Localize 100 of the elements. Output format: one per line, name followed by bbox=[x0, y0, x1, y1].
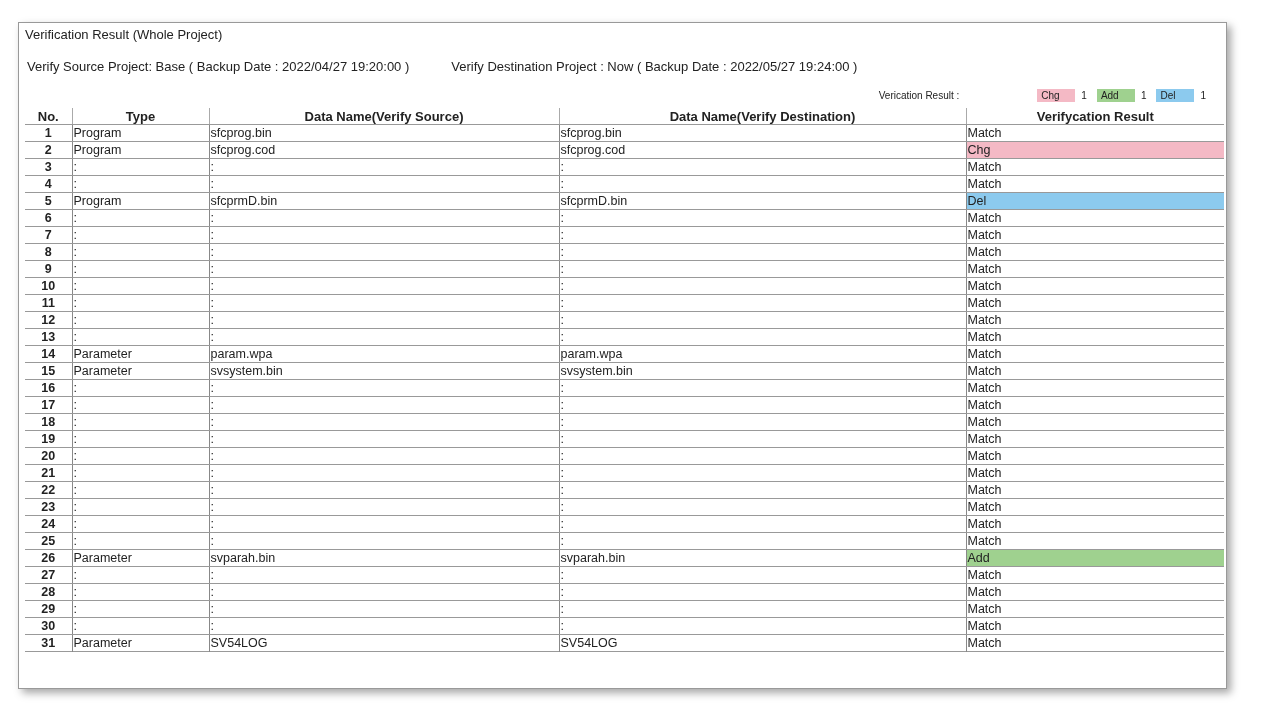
type-cell: : bbox=[72, 175, 209, 193]
type-cell: : bbox=[72, 515, 209, 533]
result-cell: Match bbox=[966, 175, 1224, 193]
destination-name-cell: sfcprmD.bin bbox=[559, 192, 966, 210]
legend-label: Verication Result : bbox=[878, 89, 960, 101]
source-name-cell: : bbox=[209, 379, 559, 397]
type-cell: : bbox=[72, 209, 209, 227]
row-number: 4 bbox=[25, 175, 72, 193]
destination-name-cell: : bbox=[559, 175, 966, 193]
source-project-text: Verify Source Project: Base ( Backup Date : 2022/04/27 19:20:00 ) bbox=[27, 59, 410, 74]
destination-name-cell: sfcprog.cod bbox=[559, 141, 966, 159]
result-cell: Match bbox=[966, 294, 1224, 312]
destination-name-cell: : bbox=[559, 294, 966, 312]
type-cell: : bbox=[72, 413, 209, 431]
row-number: 5 bbox=[25, 192, 72, 210]
type-cell: Parameter bbox=[72, 345, 209, 363]
destination-name-cell: : bbox=[559, 447, 966, 465]
destination-name-cell: : bbox=[559, 158, 966, 176]
source-name-cell: : bbox=[209, 515, 559, 533]
type-cell: : bbox=[72, 600, 209, 618]
destination-name-cell: sfcprog.bin bbox=[559, 124, 966, 142]
source-name-cell: sfcprmD.bin bbox=[209, 192, 559, 210]
source-name-cell: : bbox=[209, 277, 559, 295]
destination-name-cell: : bbox=[559, 243, 966, 261]
destination-name-cell: : bbox=[559, 430, 966, 448]
destination-name-cell: param.wpa bbox=[559, 345, 966, 363]
source-name-cell: : bbox=[209, 311, 559, 329]
row-number: 11 bbox=[25, 294, 72, 312]
destination-name-cell: : bbox=[559, 277, 966, 295]
type-cell: : bbox=[72, 294, 209, 312]
result-cell: Match bbox=[966, 498, 1224, 516]
row-number: 10 bbox=[25, 277, 72, 295]
source-name-cell: SV54LOG bbox=[209, 634, 559, 652]
result-cell: Match bbox=[966, 430, 1224, 448]
column-header: Type bbox=[72, 108, 209, 125]
row-number: 14 bbox=[25, 345, 72, 363]
result-cell: Match bbox=[966, 328, 1224, 346]
row-number: 22 bbox=[25, 481, 72, 499]
type-cell: Parameter bbox=[72, 362, 209, 380]
type-cell: : bbox=[72, 566, 209, 584]
type-cell: Program bbox=[72, 141, 209, 159]
source-name-cell: param.wpa bbox=[209, 345, 559, 363]
destination-name-cell: : bbox=[559, 566, 966, 584]
destination-name-cell: : bbox=[559, 379, 966, 397]
destination-name-cell: : bbox=[559, 515, 966, 533]
result-cell: Match bbox=[966, 566, 1224, 584]
row-number: 3 bbox=[25, 158, 72, 176]
row-number: 27 bbox=[25, 566, 72, 584]
destination-name-cell: : bbox=[559, 396, 966, 414]
row-number: 9 bbox=[25, 260, 72, 278]
result-cell: Match bbox=[966, 260, 1224, 278]
result-cell: Match bbox=[966, 396, 1224, 414]
row-number: 25 bbox=[25, 532, 72, 550]
legend-count: 1 bbox=[1140, 89, 1147, 101]
row-number: 13 bbox=[25, 328, 72, 346]
type-cell: Program bbox=[72, 192, 209, 210]
source-name-cell: : bbox=[209, 158, 559, 176]
destination-name-cell: : bbox=[559, 413, 966, 431]
type-cell: : bbox=[72, 311, 209, 329]
destination-name-cell: svparah.bin bbox=[559, 549, 966, 567]
destination-name-cell: : bbox=[559, 328, 966, 346]
type-cell: : bbox=[72, 277, 209, 295]
source-name-cell: : bbox=[209, 583, 559, 601]
source-name-cell: : bbox=[209, 243, 559, 261]
legend-count: 1 bbox=[1081, 89, 1087, 101]
type-cell: : bbox=[72, 464, 209, 482]
destination-name-cell: : bbox=[559, 481, 966, 499]
source-name-cell: : bbox=[209, 209, 559, 227]
result-cell: Match bbox=[966, 158, 1224, 176]
source-name-cell: : bbox=[209, 617, 559, 635]
type-cell: : bbox=[72, 158, 209, 176]
destination-name-cell: : bbox=[559, 464, 966, 482]
legend-swatch: Chg bbox=[1037, 88, 1076, 102]
result-cell: Match bbox=[966, 532, 1224, 550]
type-cell: : bbox=[72, 583, 209, 601]
row-number: 17 bbox=[25, 396, 72, 414]
result-cell: Match bbox=[966, 226, 1224, 244]
row-number: 28 bbox=[25, 583, 72, 601]
row-number: 29 bbox=[25, 600, 72, 618]
result-cell: Match bbox=[966, 379, 1224, 397]
column-header: No. bbox=[25, 108, 72, 125]
row-number: 19 bbox=[25, 430, 72, 448]
type-cell: : bbox=[72, 447, 209, 465]
destination-name-cell: : bbox=[559, 532, 966, 550]
row-number: 15 bbox=[25, 362, 72, 380]
result-cell: Match bbox=[966, 311, 1224, 329]
row-number: 26 bbox=[25, 549, 72, 567]
result-cell: Match bbox=[966, 277, 1224, 295]
source-name-cell: svparah.bin bbox=[209, 549, 559, 567]
source-name-cell: : bbox=[209, 175, 559, 193]
type-cell: : bbox=[72, 617, 209, 635]
type-cell: : bbox=[72, 481, 209, 499]
source-name-cell: : bbox=[209, 328, 559, 346]
result-cell: Match bbox=[966, 209, 1224, 227]
source-name-cell: : bbox=[209, 294, 559, 312]
destination-name-cell: : bbox=[559, 226, 966, 244]
source-name-cell: : bbox=[209, 430, 559, 448]
source-name-cell: svsystem.bin bbox=[209, 362, 559, 380]
source-name-cell: : bbox=[209, 413, 559, 431]
destination-name-cell: svsystem.bin bbox=[559, 362, 966, 380]
